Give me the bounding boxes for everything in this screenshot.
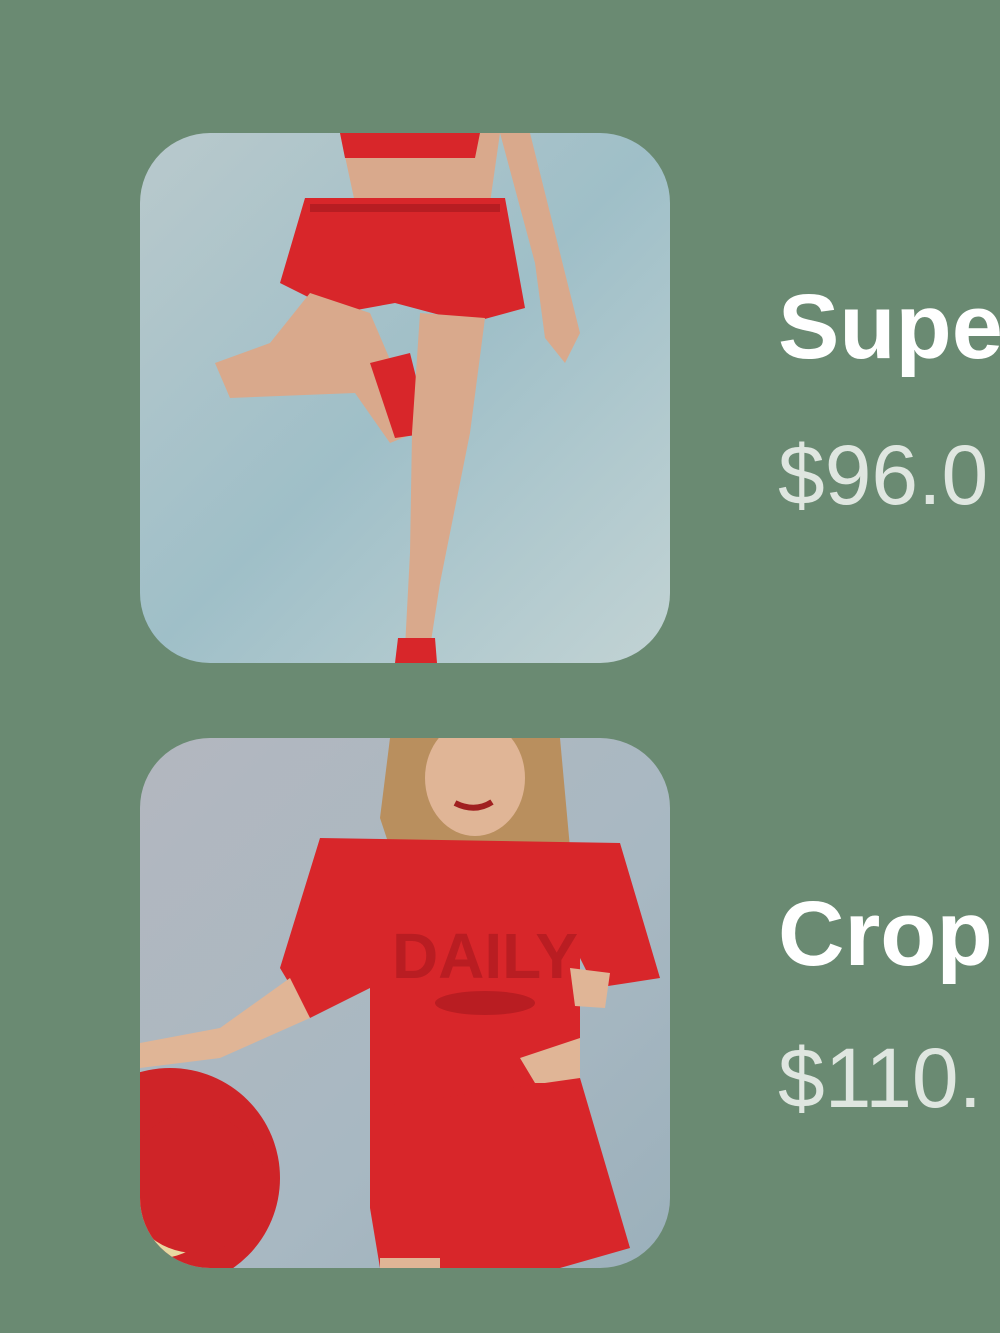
product-name[interactable]: Crop	[778, 888, 993, 980]
product-image[interactable]: DAILY	[140, 738, 670, 1268]
product-name[interactable]: Supe	[778, 281, 1000, 373]
product-price: $110.	[778, 1031, 982, 1125]
product-list: Supe $96.0 DAILY Crop $110.	[0, 0, 1000, 1333]
tee-print-text: DAILY	[392, 920, 578, 992]
product-image[interactable]	[140, 133, 670, 663]
product-list-item[interactable]: Supe $96.0	[0, 133, 1000, 673]
product-photo-red-tee-shorts: DAILY	[140, 738, 670, 1268]
product-photo-red-shorts	[140, 133, 670, 663]
product-price: $96.0	[778, 428, 989, 522]
product-list-item[interactable]: DAILY Crop $110.	[0, 738, 1000, 1278]
